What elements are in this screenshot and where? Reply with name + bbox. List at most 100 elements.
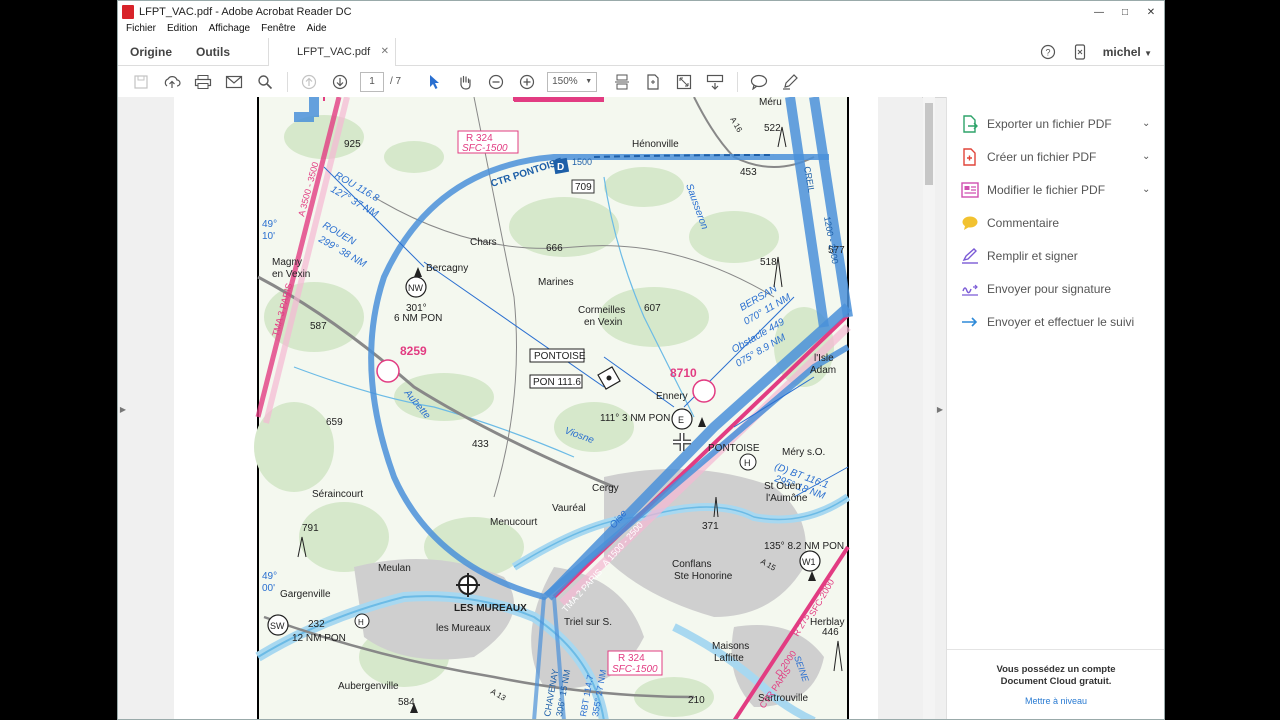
read-mode-icon[interactable] — [704, 71, 726, 93]
upgrade-link[interactable]: Mettre à niveau — [947, 696, 1164, 706]
les-mureaux-label: LES MUREAUX — [454, 603, 527, 614]
menu-fenetre[interactable]: Fenêtre — [261, 23, 295, 38]
fill-sign-icon — [961, 247, 979, 265]
elev-791: 791 — [302, 523, 319, 534]
document-area: ▶ R 324 SFC-1500 Hénonville 522 453 925 … — [118, 96, 922, 720]
chevron-down-icon[interactable]: ⌄ — [1142, 151, 1164, 162]
scrollbar-thumb[interactable] — [925, 103, 933, 185]
vac-chart-map[interactable]: R 324 SFC-1500 Hénonville 522 453 925 70… — [174, 96, 878, 720]
zoom-select[interactable]: 150% ▼ — [547, 71, 598, 92]
ulm-8259-icon[interactable] — [376, 359, 400, 383]
fill-sign-item[interactable]: Remplir et signer — [947, 239, 1164, 272]
acrobat-app-icon — [122, 5, 134, 19]
ad-8710: 8710 — [670, 366, 697, 380]
henonville-label: Hénonville — [632, 139, 679, 150]
tab-document[interactable]: LFPT_VAC.pdf ✕ — [268, 37, 397, 66]
r324-top-sub: SFC-1500 — [462, 143, 508, 154]
toolbar: 1 / 7 150% ▼ — [118, 66, 1164, 98]
highlight-pen-icon[interactable] — [779, 71, 801, 93]
tab-tools[interactable]: Outils — [184, 45, 242, 59]
right-panel-toggle-icon[interactable]: ▶ — [935, 97, 945, 719]
save-icon[interactable] — [130, 71, 152, 93]
print-icon[interactable] — [192, 71, 214, 93]
menu-fichier[interactable]: Fichier — [126, 23, 156, 38]
elev-666: 666 — [546, 243, 563, 254]
edit-pdf-item[interactable]: Modifier le fichier PDF ⌄ — [947, 173, 1164, 206]
upload-cloud-icon[interactable] — [161, 71, 183, 93]
mobile-link-icon[interactable] — [1071, 43, 1089, 61]
triel-label: Triel sur S. — [564, 617, 612, 628]
create-pdf-item[interactable]: Créer un fichier PDF ⌄ — [947, 140, 1164, 173]
lat-49-10: 49° — [262, 219, 277, 230]
mail-icon[interactable] — [223, 71, 245, 93]
page-number-input[interactable]: 1 — [360, 71, 384, 92]
close-window-button[interactable]: ✕ — [1138, 3, 1164, 21]
tab-home[interactable]: Origine — [118, 45, 184, 59]
minimize-button[interactable]: — — [1086, 3, 1112, 21]
promo-line1: Vous possédez un compte — [996, 664, 1116, 675]
tab-bar: Origine Outils LFPT_VAC.pdf ✕ ? michel ▼ — [118, 37, 1164, 66]
w1-label: W1 — [802, 557, 816, 567]
sw-label: SW — [270, 621, 285, 631]
laffitte-label: Laffitte — [714, 653, 744, 664]
conflans-label: Conflans — [672, 559, 711, 570]
elev-522: 522 — [764, 123, 781, 134]
chevron-down-icon: ▼ — [585, 78, 593, 85]
nw-line2: 6 NM PON — [394, 313, 442, 324]
scroll-mode-icon[interactable] — [611, 71, 633, 93]
ulm-8710-icon[interactable] — [692, 379, 716, 403]
user-menu[interactable]: michel ▼ — [1103, 45, 1152, 59]
hand-tool-icon[interactable] — [454, 71, 476, 93]
export-pdf-item[interactable]: Exporter un fichier PDF ⌄ — [947, 107, 1164, 140]
select-cursor-icon[interactable] — [423, 71, 445, 93]
sw-text: 12 NM PON — [292, 633, 346, 644]
menu-bar: Fichier Edition Affichage Fenêtre Aide — [118, 23, 1164, 38]
fit-page-icon[interactable] — [642, 71, 664, 93]
page-up-icon[interactable] — [298, 71, 320, 93]
menu-edition[interactable]: Edition — [167, 23, 198, 38]
export-pdf-label: Exporter un fichier PDF — [987, 116, 1112, 131]
zoom-out-icon[interactable] — [485, 71, 507, 93]
e-point-text: 111° 3 NM PON — [600, 413, 670, 424]
pontoise-city-label: PONTOISE — [708, 443, 760, 454]
page-count: / 7 — [390, 76, 402, 87]
zoom-in-icon[interactable] — [516, 71, 538, 93]
comment-item[interactable]: Commentaire — [947, 206, 1164, 239]
lisle-label: l'Isle — [814, 353, 834, 364]
vertical-scrollbar[interactable] — [923, 97, 935, 719]
lat-10: 10' — [262, 231, 275, 242]
search-icon[interactable] — [254, 71, 276, 93]
cergy-label: Cergy — [592, 483, 619, 494]
ste-honorine-label: Ste Honorine — [674, 571, 733, 582]
send-track-label: Envoyer et effectuer le suivi — [987, 314, 1135, 329]
meulan-label: Meulan — [378, 563, 411, 574]
close-tab-icon[interactable]: ✕ — [381, 46, 389, 57]
tab-document-label: LFPT_VAC.pdf — [297, 45, 371, 58]
ennery-label: Ennery — [656, 391, 688, 402]
menu-affichage[interactable]: Affichage — [209, 23, 251, 38]
help-icon[interactable]: ? — [1039, 43, 1057, 61]
w1-text: 135° 8.2 NM PON — [764, 541, 844, 552]
left-panel-toggle-icon[interactable]: ▶ — [118, 97, 128, 719]
h-marker-2: H — [358, 618, 364, 627]
comment-icon[interactable] — [748, 71, 770, 93]
page-down-icon[interactable] — [329, 71, 351, 93]
chevron-down-icon[interactable]: ⌄ — [1142, 184, 1164, 195]
ctr-d-label: D — [557, 162, 564, 173]
elev-659: 659 — [326, 417, 343, 428]
maximize-button[interactable]: □ — [1112, 3, 1138, 21]
elev-607: 607 — [644, 303, 661, 314]
mery-label: Méry s.O. — [782, 447, 825, 458]
elev-433: 433 — [472, 439, 489, 450]
lat-49-00: 49° — [262, 571, 277, 582]
meru-label: Méru — [759, 97, 782, 108]
send-signature-item[interactable]: Envoyer pour signature — [947, 272, 1164, 305]
menu-aide[interactable]: Aide — [307, 23, 327, 38]
ad-8259: 8259 — [400, 344, 427, 358]
cormeilles-label: Cormeilles — [578, 305, 625, 316]
chevron-down-icon[interactable]: ⌄ — [1142, 118, 1164, 129]
edit-pdf-icon — [961, 181, 979, 199]
full-screen-icon[interactable] — [673, 71, 695, 93]
send-track-item[interactable]: Envoyer et effectuer le suivi — [947, 305, 1164, 338]
pdf-page: R 324 SFC-1500 Hénonville 522 453 925 70… — [174, 96, 878, 720]
